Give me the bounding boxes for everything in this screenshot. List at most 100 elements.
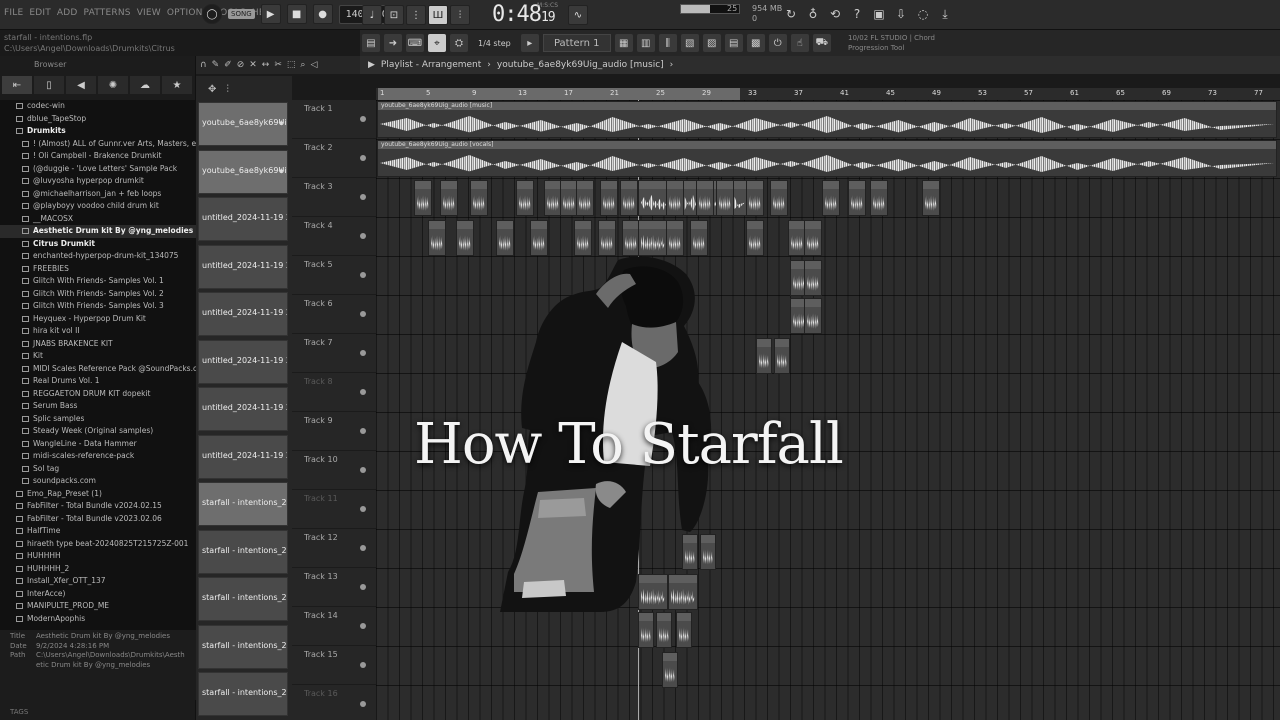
loop-region[interactable] <box>378 88 740 100</box>
pattern-selector[interactable]: Pattern 1 <box>542 34 611 52</box>
browser-plugin-icon[interactable]: ✺ <box>98 76 128 94</box>
track-header[interactable]: Track 14 <box>292 607 376 646</box>
browser-item[interactable]: Drumkits <box>0 125 196 138</box>
cart-icon[interactable]: ⛟ <box>812 34 831 52</box>
track-mute-led[interactable] <box>360 623 366 629</box>
browser-item[interactable]: Sol tag <box>0 463 196 476</box>
track-mute-led[interactable] <box>360 701 366 707</box>
piano-roll-icon[interactable]: ▧ <box>680 34 699 52</box>
browser-item[interactable]: MANIPULTE_PROD_ME <box>0 600 196 613</box>
browser-back-icon[interactable]: ⇤ <box>2 76 32 94</box>
browser-item[interactable]: FREEBIES <box>0 263 196 276</box>
picker-clip[interactable]: untitled_2024-11-19 20-... <box>198 292 288 336</box>
audio-clip[interactable] <box>470 180 488 216</box>
download-icon[interactable]: ⤓ <box>938 6 952 22</box>
audio-clip[interactable] <box>756 338 772 374</box>
audio-clip[interactable] <box>690 220 708 256</box>
audio-clip[interactable] <box>530 220 548 256</box>
browser-tags[interactable]: TAGS <box>10 708 28 716</box>
browser-item[interactable]: InterAcce) <box>0 588 196 601</box>
piano-icon[interactable]: ▤ <box>362 34 380 52</box>
audio-clip[interactable] <box>638 612 654 648</box>
picker-clip[interactable]: untitled_2024-11-19 21-... <box>198 434 288 479</box>
mic-icon[interactable]: ♁ <box>806 6 820 22</box>
audio-clip[interactable] <box>620 180 638 216</box>
browser-item[interactable]: @playboyy voodoo child drum kit <box>0 200 196 213</box>
mixer-icon[interactable]: ⫼ <box>658 34 677 52</box>
audio-clip[interactable] <box>770 180 788 216</box>
browser-item[interactable]: JNABS BRAKENCE KIT <box>0 338 196 351</box>
picker-clip[interactable]: starfall - intentions_202... <box>198 624 288 669</box>
wait-input-icon[interactable]: ⊡ <box>384 5 404 25</box>
arrow-icon[interactable]: ➜ <box>384 34 402 52</box>
browser-item[interactable]: @michaelharrison_jan + feb loops <box>0 188 196 201</box>
track-header[interactable]: Track 7 <box>292 334 376 373</box>
browser-item[interactable]: codec-win <box>0 100 196 113</box>
audio-clip[interactable] <box>804 220 822 256</box>
browser-item[interactable]: Citrus Drumkit <box>0 238 196 251</box>
picker-clip[interactable]: youtube_6ae8yk69Ui... ✦ <box>198 102 288 146</box>
select-icon[interactable]: ⬚ <box>287 60 296 70</box>
browser-item[interactable]: Kit <box>0 350 196 363</box>
zoom-icon[interactable]: ⌕ <box>300 60 305 70</box>
browser-item[interactable]: Aesthetic Drum kit By @yng_melodies <box>0 225 196 238</box>
track-header[interactable]: Track 13 <box>292 568 376 607</box>
audio-clip[interactable] <box>414 180 432 216</box>
picker-clip[interactable]: untitled_2024-11-19 20-... <box>198 197 288 241</box>
track-mute-led[interactable] <box>360 311 366 317</box>
picker-clip[interactable]: starfall - intentions_202... <box>198 577 288 621</box>
browser-item[interactable]: Splic samples <box>0 413 196 426</box>
audio-clip[interactable] <box>746 220 764 256</box>
browser-speaker-icon[interactable]: ◀ <box>66 76 96 94</box>
audio-clip[interactable] <box>774 338 790 374</box>
chat-icon[interactable]: ◌ <box>916 6 930 22</box>
countdown-icon[interactable]: ⋮ <box>406 5 426 25</box>
audio-clip[interactable] <box>804 298 822 334</box>
picker-clip[interactable]: untitled_2024-11-19 21-... <box>198 387 288 431</box>
track-header[interactable]: Track 4 <box>292 217 376 256</box>
track-mute-led[interactable] <box>360 155 366 161</box>
audio-clip[interactable] <box>576 180 594 216</box>
track-mute-led[interactable] <box>360 545 366 551</box>
browser-item[interactable]: FabFilter - Total Bundle v2023.02.06 <box>0 513 196 526</box>
mute-icon[interactable]: ✕ <box>249 60 257 70</box>
browser-item[interactable]: Glitch With Friends- Samples Vol. 1 <box>0 275 196 288</box>
magnet-icon[interactable]: ∩ <box>200 60 207 70</box>
track-mute-led[interactable] <box>360 428 366 434</box>
browser-item[interactable]: MIDI Scales Reference Pack @SoundPacks.c… <box>0 363 196 376</box>
track-header[interactable]: Track 11 <box>292 490 376 529</box>
browser-item[interactable]: Steady Week (Original samples) <box>0 425 196 438</box>
picker-audio-icon[interactable]: ⫶ <box>226 84 229 95</box>
picker-clip[interactable]: untitled_2024-11-19 21-... <box>198 339 288 384</box>
audio-clip[interactable] <box>456 220 474 256</box>
metronome-icon[interactable]: ♩ <box>362 5 382 25</box>
browser-item[interactable]: (@duggie - 'Love Letters' Sample Pack <box>0 163 196 176</box>
snap-icon[interactable]: ⌖ <box>428 34 446 52</box>
track-header[interactable]: Track 2 <box>292 139 376 178</box>
playlist-breadcrumb[interactable]: youtube_6ae8yk69Uig_audio [music] <box>497 60 664 70</box>
timeline-ruler[interactable]: 159131721252933374145495357616569737781 <box>376 88 1280 100</box>
browser-item[interactable]: enchanted-hyperpop-drum-kit_134075 <box>0 250 196 263</box>
audio-clip[interactable] <box>922 180 940 216</box>
audio-clip[interactable] <box>822 180 840 216</box>
track-mute-led[interactable] <box>360 350 366 356</box>
pin-icon[interactable]: ✦ <box>277 119 285 129</box>
audio-clip[interactable] <box>716 180 734 216</box>
browser-item[interactable]: HalfTime <box>0 525 196 538</box>
pattern-mode-badge[interactable]: SONG <box>228 9 255 19</box>
waveform-icon[interactable]: ∿ <box>568 5 588 25</box>
track-mute-led[interactable] <box>360 272 366 278</box>
audio-clip[interactable]: youtube_6ae8yk69Uig_audio [vocals] <box>377 140 1277 177</box>
picker-clip[interactable]: starfall - intentions_202... <box>198 482 288 526</box>
picker-move-icon[interactable]: ✥ <box>208 84 216 95</box>
step-edit-icon[interactable]: Ш <box>428 5 448 25</box>
brush-icon[interactable]: ✐ <box>224 60 232 70</box>
browser-item[interactable]: hiraeth type beat-20240825T215725Z-001 <box>0 538 196 551</box>
save-icon[interactable]: ▣ <box>872 6 886 22</box>
track-mute-led[interactable] <box>360 116 366 122</box>
track-mute-led[interactable] <box>360 467 366 473</box>
channel-rack-icon[interactable]: ▥ <box>636 34 655 52</box>
browser-star-icon[interactable]: ★ <box>162 76 192 94</box>
track-header[interactable]: Track 8 <box>292 373 376 412</box>
browser-item[interactable]: Serum Bass <box>0 400 196 413</box>
